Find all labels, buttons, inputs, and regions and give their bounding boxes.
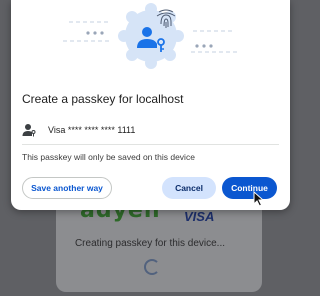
- continue-button[interactable]: Continue: [222, 177, 277, 199]
- account-label: Visa **** **** **** 1111: [48, 125, 136, 135]
- save-another-way-button[interactable]: Save another way: [22, 177, 112, 199]
- passkey-hero-illustration: [63, 3, 237, 69]
- passkey-badge-icon: [118, 3, 184, 69]
- divider: [22, 144, 279, 145]
- passkey-dialog: Create a passkey for localhost Visa ****…: [11, 0, 290, 210]
- device-only-notice: This passkey will only be saved on this …: [22, 152, 195, 162]
- person-key-icon: [22, 124, 36, 137]
- cancel-button[interactable]: Cancel: [162, 177, 216, 199]
- account-row: Visa **** **** **** 1111: [22, 122, 135, 138]
- mouse-cursor-icon: [253, 191, 265, 207]
- visa-logo: VISA: [184, 209, 215, 224]
- loading-spinner-icon: [144, 259, 160, 275]
- dialog-title: Create a passkey for localhost: [22, 92, 184, 106]
- creating-passkey-status: Creating passkey for this device...: [74, 238, 226, 249]
